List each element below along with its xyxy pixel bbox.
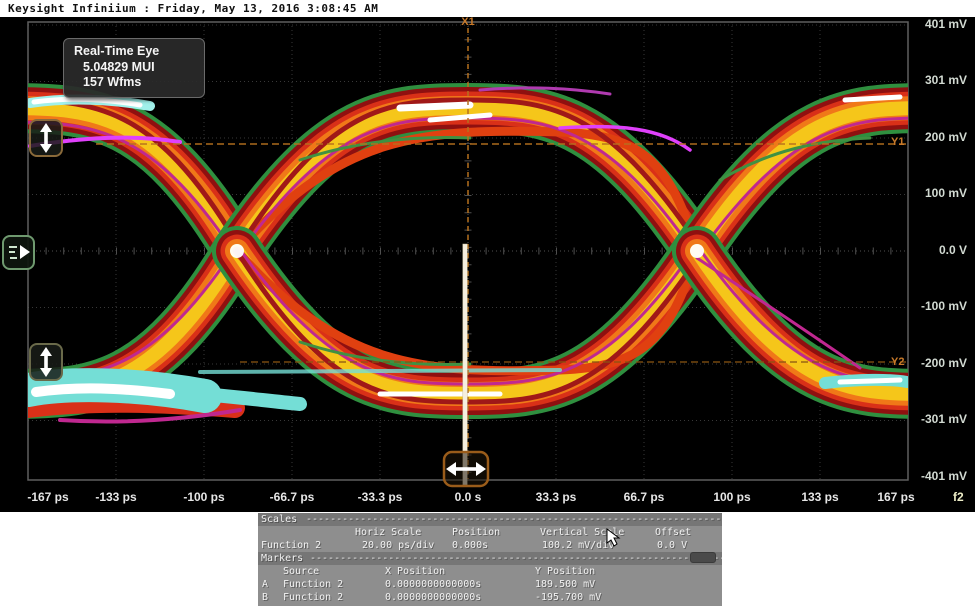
col-horiz-scale: Horiz Scale bbox=[355, 526, 421, 539]
vertical-track-line[interactable] bbox=[463, 244, 468, 485]
markers-section-header: Markers --------------------------------… bbox=[258, 552, 722, 565]
marker-id: A bbox=[262, 578, 268, 591]
x-axis-tick: 66.7 ps bbox=[624, 490, 665, 504]
x-axis-tick: 0.0 s bbox=[455, 490, 482, 504]
x-axis-tick: -66.7 ps bbox=[270, 490, 315, 504]
marker-label-x1[interactable]: X1 bbox=[461, 16, 474, 28]
marker-label-y1[interactable]: Y1 bbox=[891, 136, 904, 148]
col-marker-y: Y Position bbox=[535, 565, 595, 578]
marker-label-y2[interactable]: Y2 bbox=[891, 356, 904, 368]
function2-label: f2 bbox=[953, 490, 964, 504]
col-marker-x: X Position bbox=[385, 565, 445, 578]
col-offset: Offset bbox=[655, 526, 691, 539]
ground-reference-icon[interactable] bbox=[3, 236, 34, 269]
marker-id: B bbox=[262, 591, 268, 604]
markers-column-headers: Source X Position Y Position bbox=[258, 565, 722, 578]
y-axis-tick: -401 mV bbox=[905, 469, 967, 483]
divider-dashes: ----------------------------------------… bbox=[306, 513, 722, 526]
horizontal-drag-handle[interactable] bbox=[444, 452, 488, 486]
y-axis-tick: 100 mV bbox=[905, 186, 967, 200]
panel-scroll-thumb[interactable] bbox=[690, 552, 716, 563]
scales-horiz: 20.00 ps/div bbox=[362, 539, 434, 552]
scales-section-label: Scales bbox=[261, 513, 297, 526]
x-axis-tick: -33.3 ps bbox=[358, 490, 403, 504]
marker-source: Function 2 bbox=[283, 591, 343, 604]
marker-x-value: 0.0000000000000s bbox=[385, 578, 481, 591]
col-marker-source: Source bbox=[283, 565, 319, 578]
col-position: Position bbox=[452, 526, 500, 539]
vertical-drag-handle-lower[interactable] bbox=[30, 344, 62, 380]
marker-x-value: 0.0000000000000s bbox=[385, 591, 481, 604]
x-axis-tick: 100 ps bbox=[713, 490, 750, 504]
y-axis-tick: -100 mV bbox=[905, 299, 967, 313]
scales-vertical: 100.2 mV/div bbox=[542, 539, 614, 552]
y-axis-tick: -301 mV bbox=[905, 412, 967, 426]
vertical-drag-handle-upper[interactable] bbox=[30, 120, 62, 156]
y-axis-tick: 0.0 V bbox=[905, 243, 967, 257]
readout-title: Real-Time Eye bbox=[74, 44, 196, 60]
markers-section-label: Markers bbox=[261, 552, 303, 565]
scales-column-headers: Horiz Scale Position Vertical Scale Offs… bbox=[258, 526, 722, 539]
marker-y-value: -195.700 mV bbox=[535, 591, 601, 604]
divider-dashes: ----------------------------------------… bbox=[310, 552, 722, 565]
x-axis-tick: -133 ps bbox=[95, 490, 136, 504]
eye-measurement-readout: Real-Time Eye 5.04829 MUI 157 Wfms bbox=[63, 38, 205, 98]
x-axis-tick: 133 ps bbox=[801, 490, 838, 504]
scales-row-function2: Function 2 20.00 ps/div 0.000s 100.2 mV/… bbox=[258, 539, 722, 552]
marker-row-a: A Function 2 0.0000000000000s 189.500 mV bbox=[258, 578, 722, 591]
marker-y-value: 189.500 mV bbox=[535, 578, 595, 591]
scales-position: 0.000s bbox=[452, 539, 488, 552]
readout-mui: 5.04829 MUI bbox=[74, 60, 196, 76]
y-axis-tick: 401 mV bbox=[905, 17, 967, 31]
x-axis-tick: -167 ps bbox=[27, 490, 68, 504]
x-axis-tick: 167 ps bbox=[877, 490, 914, 504]
y-axis-tick: 301 mV bbox=[905, 73, 967, 87]
scope-display: Real-Time Eye 5.04829 MUI 157 Wfms X1 Y1… bbox=[0, 0, 975, 512]
x-axis-tick: -100 ps bbox=[183, 490, 224, 504]
results-panel: Scales ---------------------------------… bbox=[258, 513, 722, 606]
scales-offset: 0.0 V bbox=[657, 539, 687, 552]
marker-source: Function 2 bbox=[283, 578, 343, 591]
scales-source: Function 2 bbox=[261, 539, 321, 552]
y-axis-tick: -200 mV bbox=[905, 356, 967, 370]
y-axis-tick: 200 mV bbox=[905, 130, 967, 144]
marker-row-b: B Function 2 0.0000000000000s -195.700 m… bbox=[258, 591, 722, 604]
scales-section-header: Scales ---------------------------------… bbox=[258, 513, 722, 526]
readout-wfms: 157 Wfms bbox=[74, 75, 196, 91]
mouse-cursor-icon bbox=[606, 528, 622, 548]
x-axis-tick: 33.3 ps bbox=[536, 490, 577, 504]
